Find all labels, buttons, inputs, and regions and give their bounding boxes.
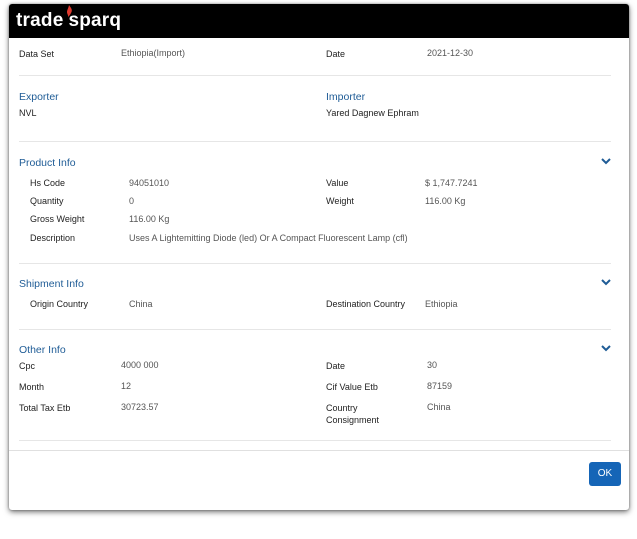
gross-weight-label: Gross Weight <box>30 214 85 224</box>
cpc-label: Cpc <box>19 361 36 371</box>
ok-button[interactable]: OK <box>589 462 621 486</box>
country-consignment-label-line1: Country <box>326 403 358 413</box>
product-info-title: Product Info <box>19 157 76 169</box>
other-date-value: 30 <box>427 360 438 370</box>
modal-body: Data Set Ethiopia(Import) Date 2021-12-3… <box>9 38 629 452</box>
date-value: 2021-12-30 <box>427 48 474 58</box>
modal-header: trade sparq <box>9 4 629 38</box>
origin-country-label: Origin Country <box>30 299 89 309</box>
value-value: $ 1,747.7241 <box>425 178 478 188</box>
cif-value-label: Cif Value Etb <box>326 382 378 392</box>
exporter-title: Exporter <box>19 91 59 103</box>
destination-country-label: Destination Country <box>326 299 406 309</box>
dataset-value: Ethiopia(Import) <box>121 48 186 58</box>
importer-title: Importer <box>326 91 366 103</box>
description-value: Uses A Lightemitting Diode (led) Or A Co… <box>129 233 408 243</box>
description-label: Description <box>30 233 76 243</box>
chevron-down-icon[interactable] <box>601 158 611 165</box>
other-date-label: Date <box>326 361 346 371</box>
chevron-down-icon[interactable] <box>601 345 611 352</box>
month-label: Month <box>19 382 45 392</box>
quantity-label: Quantity <box>30 196 64 206</box>
quantity-value: 0 <box>129 196 135 206</box>
hs-code-value: 94051010 <box>129 178 170 188</box>
country-consignment-value: China <box>427 402 451 412</box>
dataset-label: Data Set <box>19 49 55 59</box>
shipment-info-title: Shipment Info <box>19 278 84 290</box>
divider <box>19 75 611 76</box>
other-info-title: Other Info <box>19 344 66 356</box>
trade-detail-modal: trade sparq Data Set Ethiopia(Import) Dat… <box>9 4 629 510</box>
footer-divider <box>9 450 629 451</box>
divider <box>19 263 611 264</box>
divider <box>19 141 611 142</box>
gross-weight-value: 116.00 Kg <box>129 214 170 224</box>
weight-label: Weight <box>326 196 354 206</box>
total-tax-value: 30723.57 <box>121 402 159 412</box>
flame-icon <box>67 5 72 17</box>
logo-text-sparq: sparq <box>68 10 122 31</box>
exporter-value: NVL <box>19 108 37 118</box>
date-label: Date <box>326 49 346 59</box>
weight-value: 116.00 Kg <box>425 196 466 206</box>
divider <box>19 329 611 330</box>
destination-country-value: Ethiopia <box>425 299 458 309</box>
cpc-value: 4000 000 <box>121 360 159 370</box>
month-value: 12 <box>121 381 132 391</box>
total-tax-label: Total Tax Etb <box>19 403 71 413</box>
origin-country-value: China <box>129 299 153 309</box>
divider <box>19 440 611 441</box>
cif-value-value: 87159 <box>427 381 453 391</box>
country-consignment-label-line2: Consignment <box>326 415 380 425</box>
value-label: Value <box>326 178 349 188</box>
logo-text-trade: trade <box>16 10 64 31</box>
chevron-down-icon[interactable] <box>601 279 611 286</box>
tradesparq-logo: trade sparq <box>16 5 122 32</box>
importer-value: Yared Dagnew Ephram <box>326 108 419 118</box>
hs-code-label: Hs Code <box>30 178 66 188</box>
